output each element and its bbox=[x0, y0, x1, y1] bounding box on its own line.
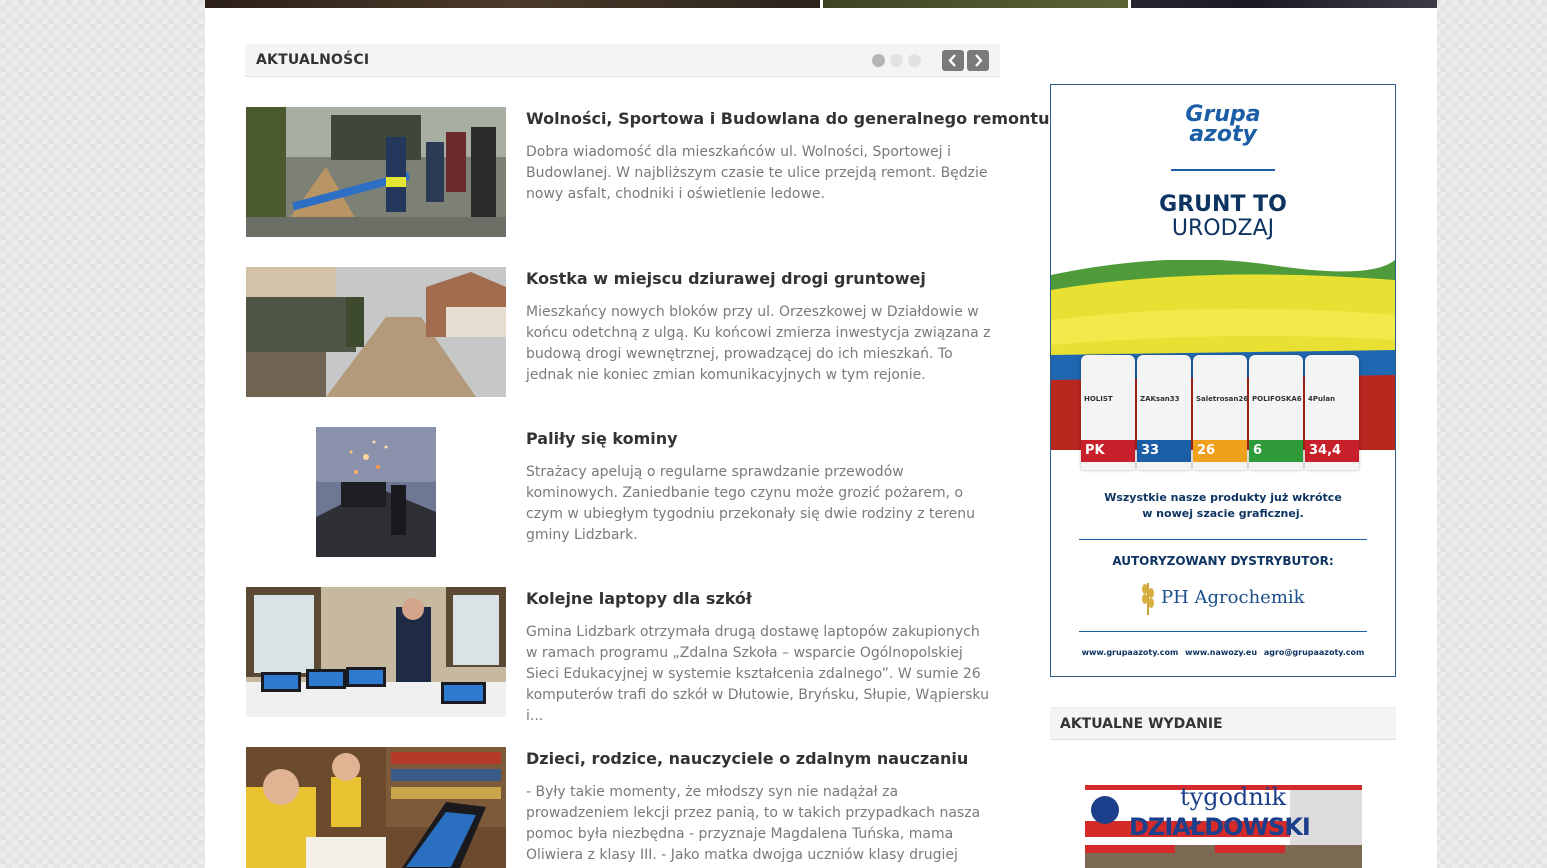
news-article: Kolejne laptopy dla szkół Gmina Lidzbark… bbox=[246, 587, 1006, 724]
grupa-azoty-logo: Grupa azoty bbox=[1185, 102, 1261, 147]
article-thumbnail[interactable] bbox=[316, 427, 436, 557]
product-bag: 4Pulan 34,4 bbox=[1305, 355, 1359, 470]
article-title[interactable]: Kolejne laptopy dla szkół bbox=[526, 589, 752, 608]
wheat-icon bbox=[1142, 583, 1154, 615]
product-bag: HOLIST PK bbox=[1081, 355, 1135, 470]
slider-pagination bbox=[872, 54, 921, 67]
chevron-left-icon bbox=[948, 54, 956, 67]
ad-distributor-label: AUTORYZOWANY DYSTRYBUTOR: bbox=[1112, 554, 1334, 568]
news-article: Wolności, Sportowa i Budowlana do genera… bbox=[246, 107, 1049, 237]
article-thumbnail[interactable] bbox=[246, 747, 506, 868]
article-title[interactable]: Wolności, Sportowa i Budowlana do genera… bbox=[526, 109, 1049, 128]
article-thumbnail[interactable] bbox=[246, 587, 506, 717]
article-thumbnail[interactable] bbox=[246, 267, 506, 397]
ad-slogan: GRUNT TO URODZAJ bbox=[1159, 192, 1287, 241]
paper-title-2: DZIAŁDOWSKI bbox=[1129, 813, 1311, 841]
banner-image-1[interactable] bbox=[205, 0, 820, 8]
divider bbox=[1079, 539, 1367, 540]
divider bbox=[1079, 631, 1367, 632]
banner-image-2[interactable] bbox=[823, 0, 1128, 8]
sidebar-advertisement[interactable]: Grupa azoty GRUNT TO URODZAJ HOLIST PK Z… bbox=[1050, 84, 1396, 677]
product-bag: Saletrosan26 26 bbox=[1193, 355, 1248, 470]
banner-image-3[interactable] bbox=[1131, 0, 1437, 8]
ad-info-text: Wszystkie nasze produkty już wkrótce w n… bbox=[1104, 491, 1342, 520]
ad-contacts: www.grupaazoty.com www.nawozy.eu agro@gr… bbox=[1081, 648, 1365, 657]
current-issue-cover[interactable]: tygodnik DZIAŁDOWSKI bbox=[1085, 785, 1362, 868]
article-title[interactable]: Dzieci, rodzice, nauczyciele o zdalnym n… bbox=[526, 749, 968, 768]
news-section-title: AKTUALNOŚCI bbox=[256, 52, 370, 68]
slider-dot-1[interactable] bbox=[872, 54, 885, 67]
page-container: AKTUALNOŚCI Wolności, Sportowa i Budowla… bbox=[205, 0, 1437, 868]
article-thumbnail[interactable] bbox=[246, 107, 506, 237]
article-title[interactable]: Kostka w miejscu dziurawej drogi gruntow… bbox=[526, 269, 926, 288]
top-banner-strip bbox=[205, 0, 1437, 8]
slider-dot-3[interactable] bbox=[908, 54, 921, 67]
slider-prev-button[interactable] bbox=[942, 50, 964, 71]
news-section-header: AKTUALNOŚCI bbox=[245, 44, 1000, 77]
slider-dot-2[interactable] bbox=[890, 54, 903, 67]
article-excerpt: - Były takie momenty, że młodszy syn nie… bbox=[526, 784, 981, 863]
article-title[interactable]: Paliły się kominy bbox=[526, 429, 678, 448]
current-issue-title: AKTUALNE WYDANIE bbox=[1060, 716, 1223, 732]
article-excerpt: Dobra wiadomość dla mieszkańców ul. Woln… bbox=[526, 144, 988, 202]
article-excerpt: Mieszkańcy nowych bloków przy ul. Orzesz… bbox=[526, 304, 991, 383]
news-article: Paliły się kominy Strażacy apelują o reg… bbox=[246, 427, 1006, 557]
divider bbox=[1171, 169, 1275, 171]
product-bags: HOLIST PK ZAKsan33 33 Saletrosan26 26 PO… bbox=[1081, 355, 1359, 470]
news-article: Kostka w miejscu dziurawej drogi gruntow… bbox=[246, 267, 1006, 397]
product-bag: POLIFOSKA6 6 bbox=[1249, 355, 1303, 470]
news-article: Dzieci, rodzice, nauczyciele o zdalnym n… bbox=[246, 747, 1006, 868]
current-issue-header: AKTUALNE WYDANIE bbox=[1050, 707, 1396, 740]
chevron-right-icon bbox=[975, 54, 983, 67]
article-excerpt: Strażacy apelują o regularne sprawdzanie… bbox=[526, 464, 975, 543]
article-excerpt: Gmina Lidzbark otrzymała drugą dostawę l… bbox=[526, 624, 989, 724]
product-bag: ZAKsan33 33 bbox=[1137, 355, 1191, 470]
slider-next-button[interactable] bbox=[967, 50, 989, 71]
agrochemik-logo: PH Agrochemik bbox=[1139, 579, 1305, 615]
paper-title-1: tygodnik bbox=[1180, 785, 1287, 811]
